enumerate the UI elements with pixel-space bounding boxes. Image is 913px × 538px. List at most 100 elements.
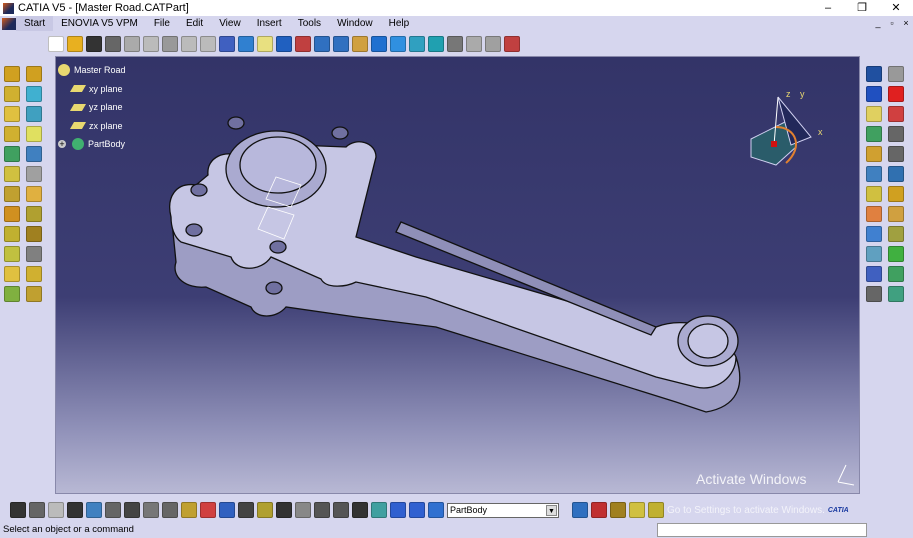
snap-icon[interactable]: [866, 286, 882, 302]
zoom-out-icon[interactable]: [333, 36, 349, 52]
geometric-set-icon[interactable]: [409, 502, 425, 518]
rib-icon[interactable]: [26, 106, 42, 122]
draft-analysis-icon[interactable]: [888, 186, 904, 202]
material-icon[interactable]: [572, 502, 588, 518]
menu-edit[interactable]: Edit: [178, 16, 211, 31]
check-icon[interactable]: [124, 502, 140, 518]
mirror-icon[interactable]: [26, 226, 42, 242]
remove-loft-icon[interactable]: [26, 146, 42, 162]
whats-this-icon[interactable]: [219, 36, 235, 52]
publish-icon[interactable]: [143, 502, 159, 518]
positioned-sketch-icon[interactable]: [888, 146, 904, 162]
measure-icon[interactable]: [466, 36, 482, 52]
apply-material-icon[interactable]: [888, 206, 904, 222]
select-icon[interactable]: [866, 206, 882, 222]
delete-icon[interactable]: [888, 86, 904, 102]
graph-icon[interactable]: [888, 286, 904, 302]
3d-text-icon[interactable]: [181, 502, 197, 518]
menu-insert[interactable]: Insert: [249, 16, 290, 31]
axis-system-icon[interactable]: [333, 502, 349, 518]
intersect-icon[interactable]: [4, 286, 20, 302]
param-icon[interactable]: [48, 502, 64, 518]
pdf-icon[interactable]: [888, 106, 904, 122]
pocket-icon[interactable]: [26, 66, 42, 82]
sketch-icon[interactable]: [888, 126, 904, 142]
thread-display-icon[interactable]: [257, 502, 273, 518]
axis-icon[interactable]: [866, 146, 882, 162]
pattern-icon[interactable]: [4, 246, 20, 262]
boolean-icon[interactable]: [4, 266, 20, 282]
table-icon[interactable]: [67, 502, 83, 518]
update-icon[interactable]: [629, 502, 645, 518]
menu-enovia[interactable]: ENOVIA V5 VPM: [53, 16, 146, 31]
settings-icon[interactable]: [888, 66, 904, 82]
knowledge-advisor-icon[interactable]: [648, 502, 664, 518]
dimension-icon[interactable]: [219, 502, 235, 518]
groove-icon[interactable]: [26, 86, 42, 102]
constraint-icon[interactable]: [866, 166, 882, 182]
measure-between-icon[interactable]: [866, 246, 882, 262]
tree-item-yz-plane[interactable]: yz plane: [58, 98, 126, 117]
fit-all-icon[interactable]: [257, 36, 273, 52]
part-body-icon[interactable]: [428, 502, 444, 518]
zoom-in-icon[interactable]: [314, 36, 330, 52]
menu-start[interactable]: Start: [16, 16, 54, 31]
spiral-icon[interactable]: [295, 502, 311, 518]
transform-icon[interactable]: [888, 226, 904, 242]
plane-icon[interactable]: [866, 106, 882, 122]
law-icon[interactable]: [105, 502, 121, 518]
hide-show-icon[interactable]: [409, 36, 425, 52]
cube-icon[interactable]: [888, 166, 904, 182]
tree-root[interactable]: Master Road: [58, 61, 126, 80]
catalog-icon[interactable]: [504, 36, 520, 52]
menu-help[interactable]: Help: [381, 16, 418, 31]
pad-icon[interactable]: [4, 66, 20, 82]
copy-icon[interactable]: [143, 36, 159, 52]
restore-button[interactable]: ❐: [845, 0, 879, 16]
grid-icon[interactable]: [485, 36, 501, 52]
scan-icon[interactable]: [888, 266, 904, 282]
hole-icon[interactable]: [4, 106, 20, 122]
save-icon[interactable]: [86, 36, 102, 52]
doc-minimize-button[interactable]: _: [871, 16, 885, 31]
numbers-icon[interactable]: [352, 502, 368, 518]
environment-icon[interactable]: [610, 502, 626, 518]
union-icon[interactable]: [26, 286, 42, 302]
analysis-icon[interactable]: [866, 186, 882, 202]
thread-icon[interactable]: [26, 206, 42, 222]
draft-icon[interactable]: [4, 186, 20, 202]
undo-icon[interactable]: [181, 36, 197, 52]
current-body-select[interactable]: PartBody ▼: [447, 502, 559, 518]
render-icon[interactable]: [866, 226, 882, 242]
3d-viewport[interactable]: z y x Master Road xy plane yz plane zx p…: [55, 56, 860, 494]
close-button[interactable]: ✕: [879, 0, 913, 16]
tree-item-partbody[interactable]: + PartBody: [58, 135, 126, 154]
paste-icon[interactable]: [162, 36, 178, 52]
fillet-icon[interactable]: [4, 166, 20, 182]
formula-icon[interactable]: [10, 502, 26, 518]
camera-icon[interactable]: [276, 502, 292, 518]
point-icon[interactable]: [866, 66, 882, 82]
ordered-set-icon[interactable]: [390, 502, 406, 518]
command-input[interactable]: [657, 523, 867, 537]
inertia-icon[interactable]: [888, 246, 904, 262]
tree-item-xy-plane[interactable]: xy plane: [58, 80, 126, 99]
swap-space-icon[interactable]: [428, 36, 444, 52]
thickness-icon[interactable]: [4, 206, 20, 222]
fly-mode-icon[interactable]: [238, 36, 254, 52]
redo-icon[interactable]: [200, 36, 216, 52]
body-icon[interactable]: [866, 126, 882, 142]
flag-icon[interactable]: [200, 502, 216, 518]
pan-icon[interactable]: [276, 36, 292, 52]
doc-restore-button[interactable]: ▫: [885, 16, 899, 31]
hand-icon[interactable]: [314, 502, 330, 518]
menu-window[interactable]: Window: [329, 16, 381, 31]
chamfer-icon[interactable]: [26, 166, 42, 182]
open-icon[interactable]: [67, 36, 83, 52]
photo-studio-icon[interactable]: [591, 502, 607, 518]
print-icon[interactable]: [105, 36, 121, 52]
tree-icon[interactable]: [86, 502, 102, 518]
shading-icon[interactable]: [390, 36, 406, 52]
assemble-icon[interactable]: [26, 266, 42, 282]
knowledge-icon[interactable]: [29, 502, 45, 518]
